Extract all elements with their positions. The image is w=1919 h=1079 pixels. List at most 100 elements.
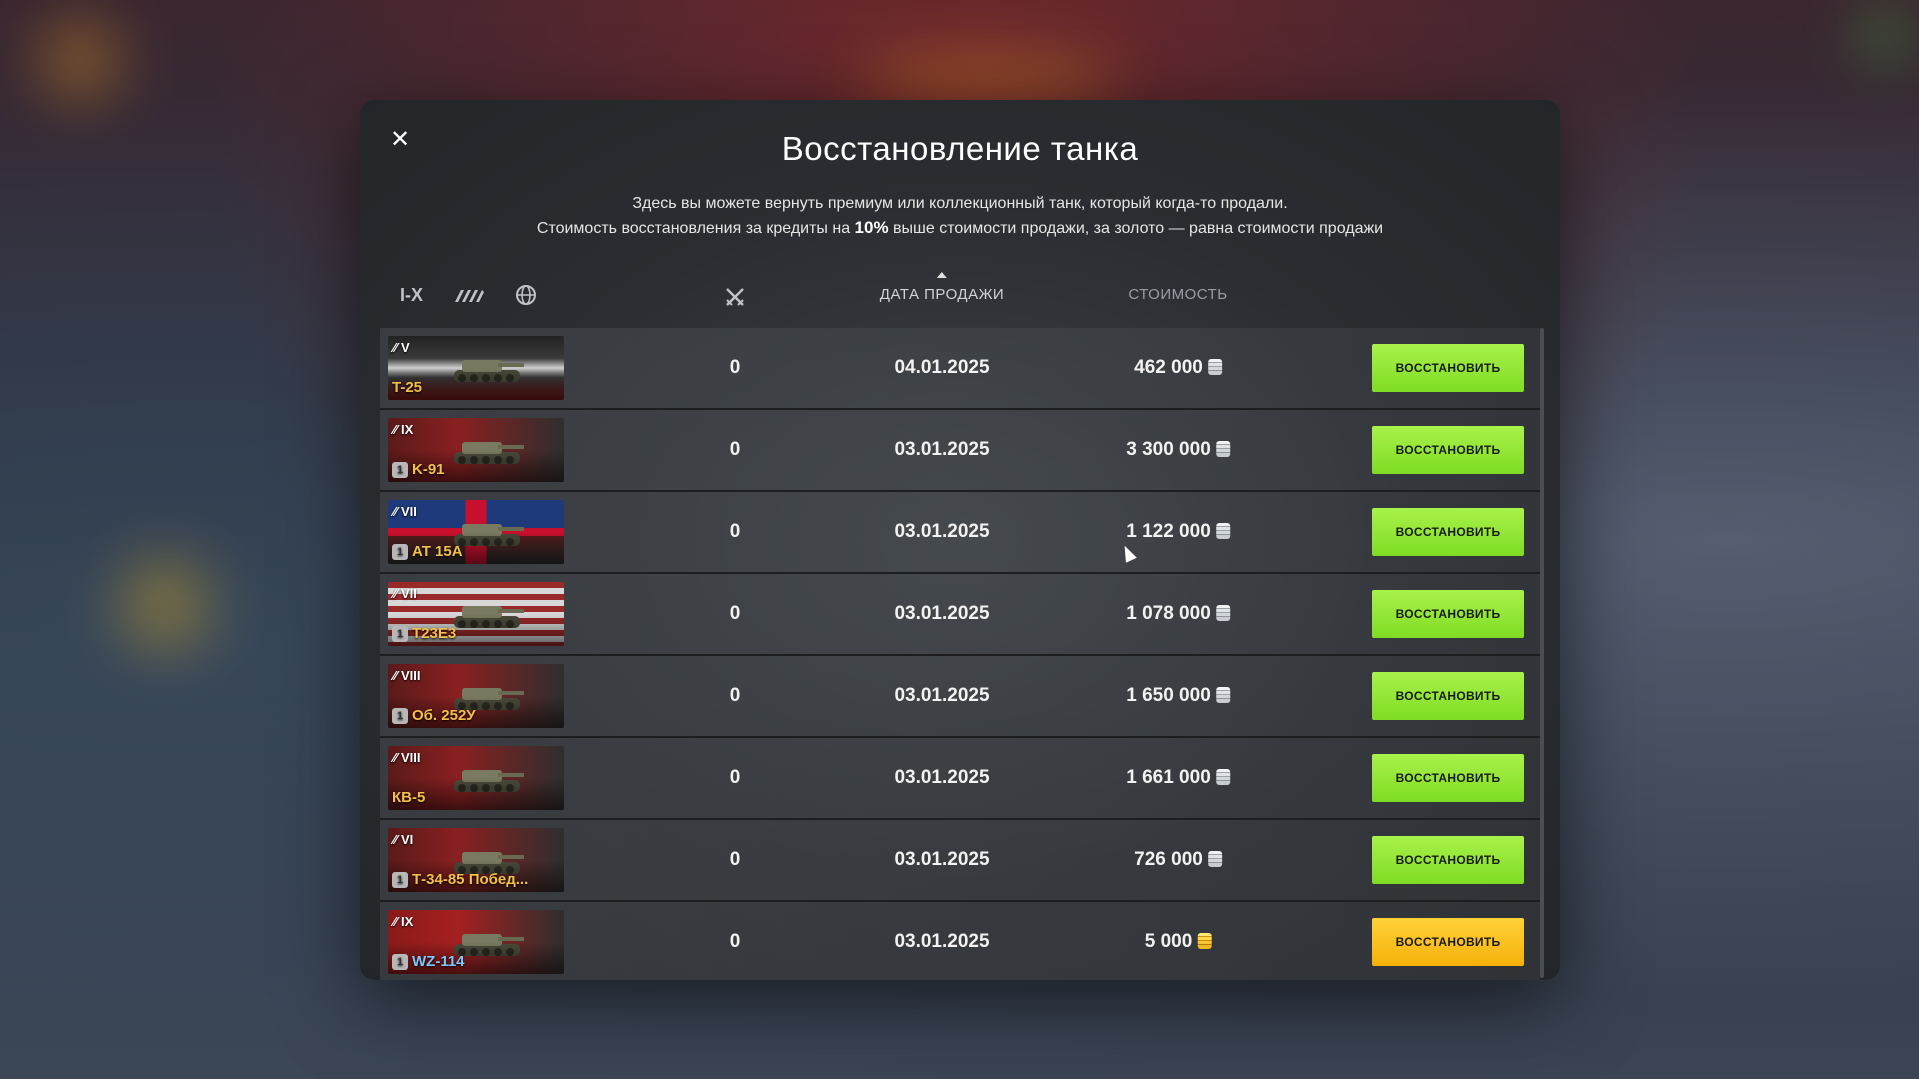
description-line-2: Стоимость восстановления за кредиты на 1…: [360, 216, 1560, 241]
mastery-badge-icon: 1: [392, 872, 408, 888]
restore-button[interactable]: ВОССТАНОВИТЬ: [1372, 836, 1524, 884]
sale-date: 03.01.2025: [894, 685, 990, 706]
tank-tier: ⁄⁄ VIII: [393, 668, 421, 683]
tank-name: 1 T23E3: [392, 625, 456, 642]
tank-name-text: WZ-114: [412, 952, 465, 970]
restore-cost: 462 000: [1134, 328, 1222, 408]
silver-coin-icon: [1207, 851, 1222, 867]
restore-cost: 5 000: [1145, 902, 1212, 980]
tank-name-text: T-25: [392, 379, 423, 396]
restore-button[interactable]: ВОССТАНОВИТЬ: [1372, 918, 1524, 966]
scrollbar[interactable]: [1540, 328, 1544, 978]
cost-column-label: СТОИМОСТЬ: [1128, 286, 1228, 303]
tank-card[interactable]: ⁄⁄ IX 1 WZ-114: [388, 910, 564, 974]
tank-name-text: Т-34-85 Побед...: [412, 870, 529, 888]
cost-value: 1 650 000: [1126, 685, 1211, 706]
restore-tank-dialog: ✕ Восстановление танка Здесь вы можете в…: [360, 100, 1560, 980]
tank-card[interactable]: ⁄⁄ VIII КВ-5: [388, 746, 564, 810]
tank-card[interactable]: ⁄⁄ VIII 1 Об. 252У: [388, 664, 564, 728]
cost-value: 1 122 000: [1126, 521, 1211, 542]
gold-coin-icon: [1197, 933, 1212, 949]
battles-count: 0: [729, 603, 741, 624]
restore-button[interactable]: ВОССТАНОВИТЬ: [1372, 672, 1524, 720]
table-row: ⁄⁄ VII 1 AT 15A 0 03.01.2025 1 122 000 ВО…: [380, 492, 1540, 574]
silver-coin-icon: [1207, 359, 1222, 375]
description-line-1: Здесь вы можете вернуть премиум или колл…: [632, 195, 1288, 212]
silver-coin-icon: [1215, 441, 1230, 457]
sort-ascending-icon: [936, 272, 947, 278]
table-row: ⁄⁄ VII 1 T23E3 0 03.01.2025 1 078 000 ВОС…: [380, 574, 1540, 656]
restore-cost: 1 650 000: [1126, 656, 1230, 736]
restore-button[interactable]: ВОССТАНОВИТЬ: [1372, 754, 1524, 802]
table-row: ⁄⁄ VIII 1 Об. 252У 0 03.01.2025 1 650 000…: [380, 656, 1540, 738]
tank-name-text: K-91: [412, 460, 445, 478]
silver-coin-icon: [1215, 523, 1230, 539]
restore-button[interactable]: ВОССТАНОВИТЬ: [1372, 508, 1524, 556]
date-column-header[interactable]: ДАТА ПРОДАЖИ: [879, 272, 1005, 303]
tank-card[interactable]: ⁄⁄ VII 1 AT 15A: [388, 500, 564, 564]
sale-date: 03.01.2025: [894, 931, 990, 952]
tank-name-text: AT 15A: [412, 542, 463, 560]
restore-button[interactable]: ВОССТАНОВИТЬ: [1372, 590, 1524, 638]
silver-coin-icon: [1215, 605, 1230, 621]
date-column-label: ДАТА ПРОДАЖИ: [879, 286, 1005, 303]
tank-name: 1 AT 15A: [392, 543, 463, 560]
cost-value: 726 000: [1134, 849, 1203, 870]
background-blur: [120, 560, 210, 650]
restore-cost: 1 122 000: [1126, 492, 1230, 572]
description-text: Стоимость восстановления за кредиты на: [536, 220, 855, 237]
sale-date: 03.01.2025: [894, 603, 990, 624]
restore-button[interactable]: ВОССТАНОВИТЬ: [1372, 426, 1524, 474]
tank-name-text: Об. 252У: [412, 706, 476, 724]
restore-button[interactable]: ВОССТАНОВИТЬ: [1372, 344, 1524, 392]
filter-bar: I-X: [400, 284, 537, 306]
battles-count: 0: [729, 357, 741, 378]
tank-type-icon[interactable]: [453, 286, 485, 304]
tank-card[interactable]: ⁄⁄ VI 1 Т-34-85 Побед...: [388, 828, 564, 892]
silver-coin-icon: [1215, 687, 1230, 703]
sale-date: 03.01.2025: [894, 521, 990, 542]
tank-tier: ⁄⁄ VII: [393, 586, 417, 601]
sale-date: 03.01.2025: [894, 767, 990, 788]
tank-tier: ⁄⁄ VI: [393, 832, 414, 847]
mastery-badge-icon: 1: [392, 544, 408, 560]
tank-card[interactable]: ⁄⁄ V T-25: [388, 336, 564, 400]
tier-filter[interactable]: I-X: [400, 285, 423, 306]
table-row: ⁄⁄ IX 1 WZ-114 0 03.01.2025 5 000 ВОССТАН…: [380, 902, 1540, 980]
mastery-badge-icon: 1: [392, 626, 408, 642]
silver-coin-icon: [1215, 769, 1230, 785]
tier-value: VII: [400, 504, 417, 519]
cost-value: 1 078 000: [1126, 603, 1211, 624]
tank-name: T-25: [392, 379, 422, 396]
battles-count: 0: [729, 849, 741, 870]
table-row: ⁄⁄ VI 1 Т-34-85 Побед... 0 03.01.2025 726…: [380, 820, 1540, 902]
background-blur: [40, 20, 120, 100]
battles-count: 0: [729, 767, 741, 788]
tank-tier: ⁄⁄ V: [393, 340, 410, 355]
tier-value: V: [400, 340, 410, 355]
tank-list: ⁄⁄ V T-25 0 04.01.2025 462 000 ВОССТАНОВ…: [380, 328, 1540, 980]
tank-name-text: КВ-5: [392, 789, 426, 806]
globe-icon[interactable]: [515, 284, 537, 306]
sale-date: 03.01.2025: [894, 439, 990, 460]
dialog-description: Здесь вы можете вернуть премиум или колл…: [360, 192, 1560, 241]
tank-name: 1 Об. 252У: [392, 707, 476, 724]
restore-cost: 1 078 000: [1126, 574, 1230, 654]
tier-value: IX: [400, 422, 414, 437]
background-blur: [860, 60, 1120, 100]
tier-value: VIII: [400, 750, 421, 765]
mastery-badge-icon: 1: [392, 708, 408, 724]
tank-tier: ⁄⁄ IX: [393, 914, 414, 929]
background-blur: [1860, 10, 1910, 60]
tank-card[interactable]: ⁄⁄ IX 1 K-91: [388, 418, 564, 482]
battles-count: 0: [729, 521, 741, 542]
tier-value: VII: [400, 586, 417, 601]
cost-column-header[interactable]: СТОИМОСТЬ: [1128, 286, 1227, 303]
cost-value: 462 000: [1134, 357, 1203, 378]
battles-column-header[interactable]: [724, 286, 746, 312]
tier-value: VIII: [400, 668, 421, 683]
tank-card[interactable]: ⁄⁄ VII 1 T23E3: [388, 582, 564, 646]
restore-cost: 1 661 000: [1126, 738, 1230, 818]
description-text: выше стоимости продажи, за золото — равн…: [888, 220, 1384, 237]
tank-name-text: T23E3: [412, 624, 457, 642]
